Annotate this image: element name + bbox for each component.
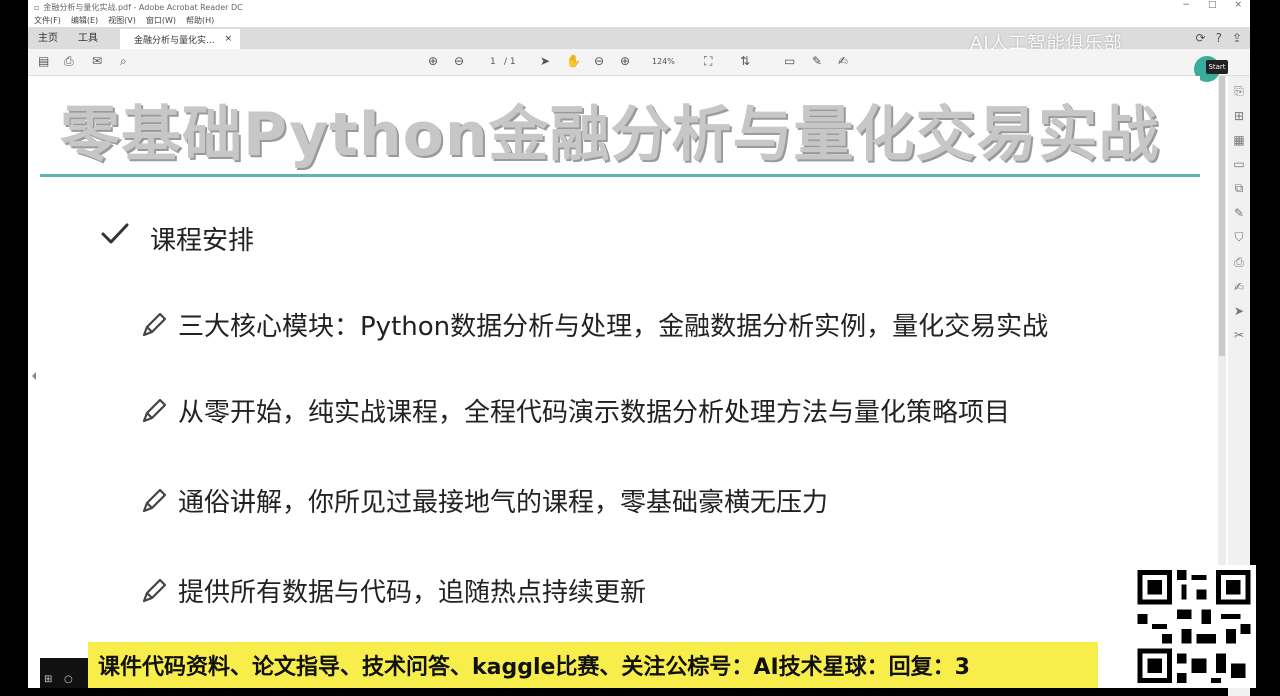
zoom-in-icon[interactable]: ⊕ <box>620 54 630 68</box>
pdf-page: 零基础Python金融分析与量化交易实战 课程安排 三大核心模块：Python数… <box>40 76 1200 636</box>
print-icon[interactable]: ⎙ <box>64 54 74 69</box>
section-heading: 课程安排 <box>150 226 255 256</box>
taskbar: ⊞ ○ <box>40 658 88 688</box>
maximize-button[interactable]: □ <box>1208 0 1217 10</box>
select-tool-icon[interactable]: ➤ <box>540 54 550 68</box>
menu-window[interactable]: 窗口(W) <box>146 15 176 26</box>
menu-help[interactable]: 帮助(H) <box>186 15 214 26</box>
sign-icon[interactable]: ✍ <box>838 54 848 68</box>
comment-icon[interactable]: ▭ <box>784 54 795 68</box>
qr-code <box>1132 565 1256 688</box>
zoom-out-icon[interactable]: ⊖ <box>594 54 604 68</box>
tab-close-icon[interactable]: × <box>225 34 233 44</box>
send-icon[interactable]: ➤ <box>1234 304 1244 318</box>
pencil-icon <box>142 578 167 602</box>
scroll-thumb[interactable] <box>1219 76 1225 356</box>
pencil-icon <box>142 488 167 512</box>
toolbar: ▤ ⎙ ✉ ⌕ ⊕ ⊖ 1 / 1 ➤ ✋ ⊖ ⊕ 124% ⛶ ⇅ ▭ ✎ ✍ <box>28 49 1250 76</box>
menu-file[interactable]: 文件(F) <box>34 15 61 26</box>
qr-code-graphic <box>1132 565 1256 688</box>
page-total: / 1 <box>504 57 516 67</box>
export-pdf-icon[interactable]: ⎘ <box>1234 84 1244 99</box>
tab-bar: 主页 工具 金融分析与量化实... × AI人工智能俱乐部 ⟳ ? ⇪ <box>28 27 1250 54</box>
sign-tool-icon[interactable]: ✍ <box>1234 280 1244 294</box>
page-up-icon[interactable]: ⊕ <box>428 54 438 68</box>
menu-edit[interactable]: 编辑(E) <box>71 15 98 26</box>
comment-tool-icon[interactable]: ▭ <box>1233 157 1244 171</box>
windows-start-icon[interactable]: ⊞ <box>44 674 52 685</box>
window-title: 金融分析与量化实战.pdf - Adobe Acrobat Reader DC <box>43 2 243 12</box>
title-rule <box>40 174 1200 177</box>
save-icon[interactable]: ▤ <box>38 54 49 68</box>
check-icon <box>101 223 129 244</box>
pdf-icon: ▫ <box>34 2 40 12</box>
tab-document[interactable]: 金融分析与量化实... × <box>120 29 241 49</box>
zoom-level[interactable]: 124% <box>652 57 675 66</box>
hand-tool-icon[interactable]: ✋ <box>566 54 581 68</box>
list-item-text: 提供所有数据与代码，追随热点持续更新 <box>178 578 647 608</box>
start-button[interactable]: Start <box>1206 60 1228 74</box>
share-icon[interactable]: ⇪ <box>1232 31 1242 45</box>
tab-tools[interactable]: 工具 <box>68 29 108 49</box>
menu-view[interactable]: 视图(V) <box>108 15 136 26</box>
protect-icon[interactable]: ⛉ <box>1234 230 1243 245</box>
list-item-text: 通俗讲解，你所见过最接地气的课程，零基础豪横无压力 <box>178 488 829 518</box>
list-item: 通俗讲解，你所见过最接地气的课程，零基础豪横无压力 <box>140 482 828 519</box>
combine-icon[interactable]: ⧉ <box>1235 181 1244 196</box>
menu-bar: 文件(F) 编辑(E) 视图(V) 窗口(W) 帮助(H) <box>28 14 1250 27</box>
page-down-icon[interactable]: ⊖ <box>454 54 464 68</box>
refresh-icon[interactable]: ⟳ <box>1196 31 1206 45</box>
highlight-icon[interactable]: ✎ <box>812 54 822 68</box>
minimize-button[interactable]: − <box>1182 0 1190 10</box>
list-item-text: 三大核心模块：Python数据分析与处理，金融数据分析实例，量化交易实战 <box>178 312 1049 342</box>
help-icon[interactable]: ? <box>1216 31 1222 45</box>
scroll-mode-icon[interactable]: ⇅ <box>740 54 750 68</box>
list-item: 从零开始，纯实战课程，全程代码演示数据分析处理方法与量化策略项目 <box>140 392 1010 429</box>
title-bar: ▫ 金融分析与量化实战.pdf - Adobe Acrobat Reader D… <box>28 0 1250 14</box>
page-current[interactable]: 1 <box>490 57 496 67</box>
left-pane-toggle-icon[interactable] <box>32 372 36 380</box>
list-item: 提供所有数据与代码，追随热点持续更新 <box>140 572 646 609</box>
slide-title: 零基础Python金融分析与量化交易实战 <box>60 100 1160 170</box>
tab-home[interactable]: 主页 <box>28 29 68 49</box>
fit-page-icon[interactable]: ⛶ <box>704 54 712 69</box>
more-tools-icon[interactable]: ✂ <box>1234 328 1244 342</box>
window-controls: − □ × <box>1182 0 1242 10</box>
pencil-icon <box>142 312 167 336</box>
tabbar-right-icons: ⟳ ? ⇪ <box>1196 31 1243 45</box>
pencil-icon <box>142 398 167 422</box>
list-item: 三大核心模块：Python数据分析与处理，金融数据分析实例，量化交易实战 <box>140 306 1048 343</box>
close-window-button[interactable]: × <box>1234 0 1242 10</box>
search-icon[interactable]: ⌕ <box>120 54 127 69</box>
acrobat-window: ▫ 金融分析与量化实战.pdf - Adobe Acrobat Reader D… <box>28 0 1250 696</box>
tab-document-label: 金融分析与量化实... <box>134 35 215 46</box>
mail-icon[interactable]: ✉ <box>92 54 102 68</box>
organize-icon[interactable]: ⎙ <box>1234 255 1244 270</box>
promo-banner: 课件代码资料、论文指导、技术问答、kaggle比赛、关注公棕号：AI技术星球：回… <box>88 642 1098 688</box>
create-pdf-icon[interactable]: ⊞ <box>1234 109 1244 123</box>
list-item-text: 从零开始，纯实战课程，全程代码演示数据分析处理方法与量化策略项目 <box>178 398 1011 428</box>
edit-pdf-icon[interactable]: ▦ <box>1233 133 1244 147</box>
fill-sign-icon[interactable]: ✎ <box>1234 206 1244 220</box>
search-taskbar-icon[interactable]: ○ <box>64 674 73 685</box>
